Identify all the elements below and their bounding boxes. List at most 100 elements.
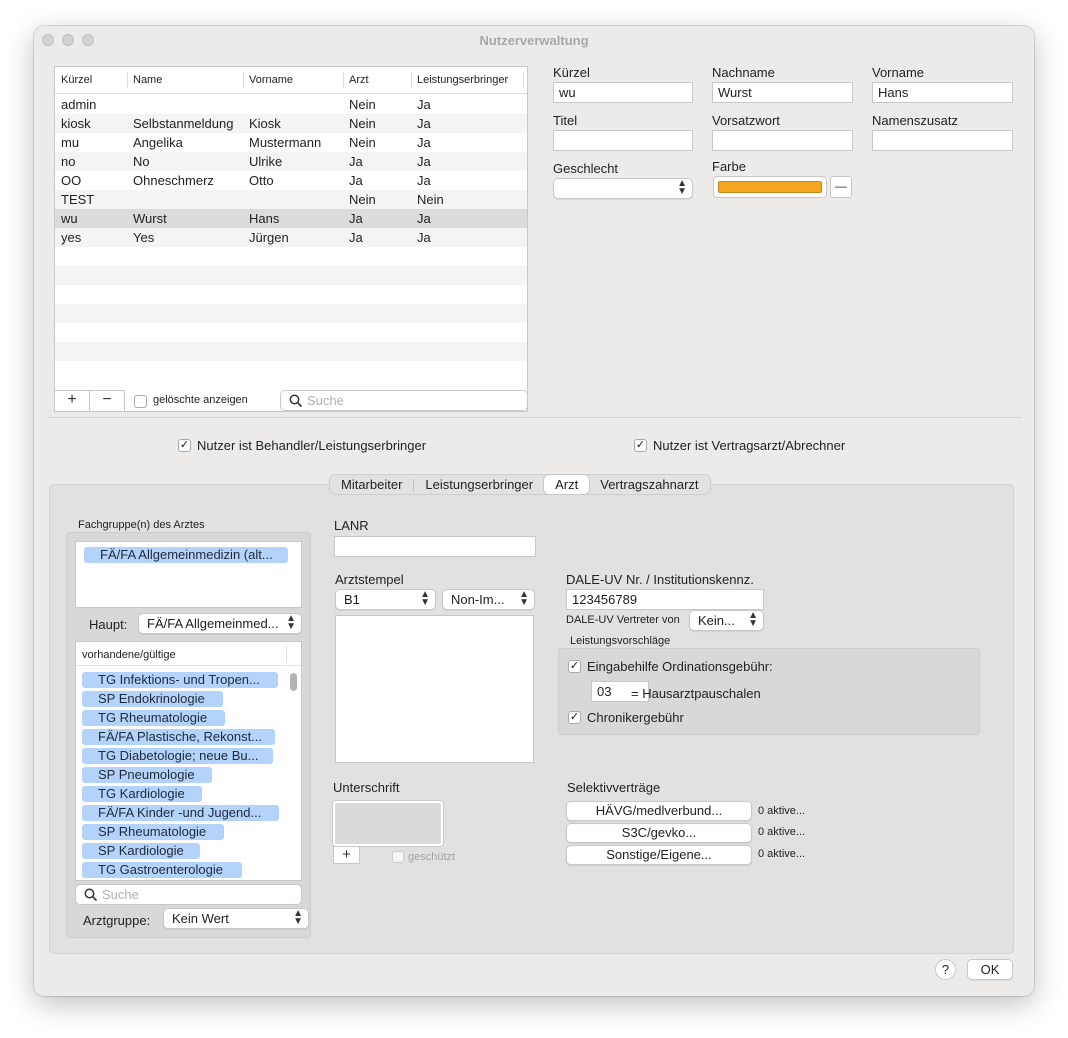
haevg-button[interactable]: HÄVG/medlverbund... xyxy=(566,801,752,821)
show-deleted-checkbox[interactable] xyxy=(134,395,147,408)
available-fachgruppe-token[interactable]: SP Rheumatologie xyxy=(82,824,224,840)
clear-color-button[interactable]: — xyxy=(830,176,852,198)
table-row[interactable]: no No Ulrike Ja Ja xyxy=(55,152,527,171)
table-cell-leistungserbringer: Nein xyxy=(417,192,444,207)
table-cell-kuerzel: no xyxy=(61,154,76,169)
vorsatzwort-field[interactable] xyxy=(712,130,853,151)
chroniker-checkbox[interactable]: ✓ xyxy=(568,711,581,724)
arztgruppe-label: Arztgruppe: xyxy=(83,913,151,928)
lanr-field[interactable] xyxy=(334,536,536,557)
user-management-window: Nutzerverwaltung Kürzel Name Vorname Arz… xyxy=(34,26,1034,996)
table-cell-arzt: Nein xyxy=(349,135,376,150)
available-fachgruppe-token[interactable]: FÄ/FA Kinder -und Jugend... xyxy=(82,805,279,821)
table-cell-leistungserbringer: Ja xyxy=(417,173,431,188)
list-scrollbar-thumb[interactable] xyxy=(290,673,297,691)
table-cell-arzt: Ja xyxy=(349,173,363,188)
available-fachgruppen-list[interactable]: vorhandene/gültige TG Infektions- und Tr… xyxy=(75,641,302,881)
nachname-field[interactable]: Wurst xyxy=(712,82,853,103)
table-row[interactable]: kiosk Selbstanmeldung Kiosk Nein Ja xyxy=(55,114,527,133)
help-button[interactable]: ? xyxy=(935,959,956,980)
geschlecht-select[interactable]: ▲ ▼ xyxy=(553,178,693,199)
table-row[interactable]: admin Nein Ja xyxy=(55,95,527,114)
available-fachgruppe-token[interactable]: TG Rheumatologie xyxy=(82,710,225,726)
available-fachgruppe-token[interactable]: SP Kardiologie xyxy=(82,843,200,859)
geschuetzt-label: geschützt xyxy=(408,851,456,863)
column-header-vorname[interactable]: Vorname xyxy=(249,74,293,86)
selected-fachgruppe-token[interactable]: FÄ/FA Allgemeinmedizin (alt... xyxy=(84,547,288,563)
eingabehilfe-checkbox[interactable]: ✓ xyxy=(568,660,581,673)
vorname-field[interactable]: Hans xyxy=(872,82,1013,103)
stempel-select-2[interactable]: Non-Im... ▲ ▼ xyxy=(442,589,535,610)
chroniker-label: Chronikergebühr xyxy=(587,710,684,725)
table-cell-kuerzel: mu xyxy=(61,135,80,150)
title-bar: Nutzerverwaltung xyxy=(34,26,1034,54)
table-cell-name: Wurst xyxy=(133,211,167,226)
checkmark-icon: ✓ xyxy=(569,711,580,723)
color-well[interactable] xyxy=(713,176,827,198)
available-fachgruppe-token[interactable]: TG Gastroenterologie xyxy=(82,862,242,878)
chevron-updown-icon: ▲ ▼ xyxy=(677,178,687,197)
table-cell-kuerzel: wu xyxy=(61,211,78,226)
column-header-arzt[interactable]: Arzt xyxy=(349,74,369,86)
table-row xyxy=(55,266,527,285)
add-user-button[interactable]: + xyxy=(54,390,90,412)
table-cell-name: Yes xyxy=(133,230,155,245)
column-header-name[interactable]: Name xyxy=(133,74,162,86)
sonstige-button[interactable]: Sonstige/Eigene... xyxy=(566,845,752,865)
table-row xyxy=(55,285,527,304)
haupt-select[interactable]: FÄ/FA Allgemeinmed... ▲ ▼ xyxy=(138,613,302,634)
table-cell-vorname: Hans xyxy=(249,211,280,226)
column-header-kuerzel[interactable]: Kürzel xyxy=(61,74,92,86)
show-deleted-label: gelöschte anzeigen xyxy=(153,394,248,406)
s3c-status: 0 aktive... xyxy=(758,826,806,838)
table-cell-kuerzel: OO xyxy=(61,173,82,188)
namenszusatz-field[interactable] xyxy=(872,130,1013,151)
available-fachgruppe-token[interactable]: SP Pneumologie xyxy=(82,767,212,783)
available-fachgruppe-token[interactable]: SP Endokrinologie xyxy=(82,691,223,707)
table-cell-arzt: Nein xyxy=(349,116,376,131)
table-cell-vorname: Kiosk xyxy=(249,116,281,131)
table-cell-leistungserbringer: Ja xyxy=(417,97,431,112)
dale-field[interactable]: 123456789 xyxy=(566,589,764,610)
stempel-select-1[interactable]: B1 ▲ ▼ xyxy=(335,589,436,610)
table-row[interactable]: wu Wurst Hans Ja Ja xyxy=(55,209,527,228)
selected-fachgruppen-list[interactable]: FÄ/FA Allgemeinmedizin (alt... xyxy=(75,541,302,608)
column-header-leistungserbringer[interactable]: Leistungserbringer xyxy=(417,74,508,86)
kuerzel-field[interactable]: wu xyxy=(553,82,693,103)
fachgruppe-search-field[interactable]: Suche xyxy=(75,884,302,905)
tab-vertragszahnarzt[interactable]: Vertragszahnarzt xyxy=(589,475,709,494)
available-fachgruppe-token[interactable]: TG Kardiologie xyxy=(82,786,202,802)
behandler-checkbox[interactable]: ✓ xyxy=(178,439,191,452)
arztgruppe-select[interactable]: Kein Wert ▲ ▼ xyxy=(163,908,309,929)
remove-user-button[interactable]: − xyxy=(89,390,125,412)
tab-mitarbeiter[interactable]: Mitarbeiter xyxy=(330,475,413,494)
signature-image-well[interactable] xyxy=(333,801,443,846)
dale-vertreter-select[interactable]: Kein... ▲ ▼ xyxy=(689,610,764,631)
titel-field[interactable] xyxy=(553,130,693,151)
namenszusatz-label: Namenszusatz xyxy=(872,113,958,128)
tab-leistungserbringer[interactable]: Leistungserbringer xyxy=(414,475,544,494)
table-cell-kuerzel: TEST xyxy=(61,192,95,207)
table-cell-kuerzel: yes xyxy=(61,230,82,245)
arztstempel-textarea[interactable] xyxy=(335,615,534,763)
table-row[interactable]: OO Ohneschmerz Otto Ja Ja xyxy=(55,171,527,190)
table-row[interactable]: mu Angelika Mustermann Nein Ja xyxy=(55,133,527,152)
geschuetzt-checkbox[interactable] xyxy=(392,851,404,863)
add-signature-button[interactable]: + xyxy=(333,846,360,864)
vertragsarzt-checkbox[interactable]: ✓ xyxy=(634,439,647,452)
table-cell-arzt: Nein xyxy=(349,97,376,112)
ok-button[interactable]: OK xyxy=(967,959,1013,980)
users-table[interactable]: Kürzel Name Vorname Arzt Leistungserbrin… xyxy=(54,66,528,412)
tab-arzt[interactable]: Arzt xyxy=(544,475,590,494)
leistungsvorschlaege-label: Leistungsvorschläge xyxy=(570,635,671,647)
fachgruppe-search-placeholder: Suche xyxy=(102,887,139,902)
available-fachgruppe-token[interactable]: FÄ/FA Plastische, Rekonst... xyxy=(82,729,275,745)
available-fachgruppe-token[interactable]: TG Infektions- und Tropen... xyxy=(82,672,278,688)
checkmark-icon: ✓ xyxy=(635,439,646,451)
available-fachgruppe-token[interactable]: TG Diabetologie; neue Bu... xyxy=(82,748,273,764)
user-search-field[interactable]: Suche xyxy=(280,390,528,411)
table-row[interactable]: TEST Nein Nein xyxy=(55,190,527,209)
table-cell-name: Ohneschmerz xyxy=(133,173,214,188)
s3c-button[interactable]: S3C/gevko... xyxy=(566,823,752,843)
table-row[interactable]: yes Yes Jürgen Ja Ja xyxy=(55,228,527,247)
